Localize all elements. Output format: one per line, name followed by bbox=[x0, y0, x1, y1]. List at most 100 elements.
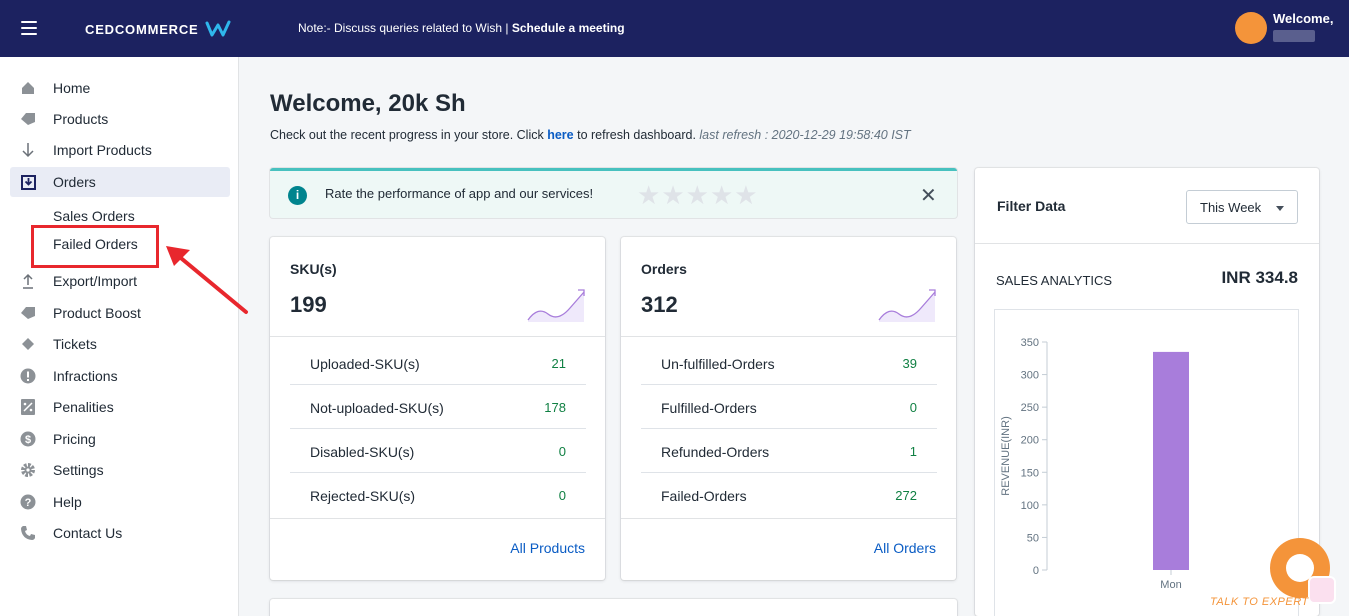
stat-row[interactable]: Rejected-SKU(s) 0 bbox=[290, 473, 586, 517]
stat-row[interactable]: Un-fulfilled-Orders 39 bbox=[641, 341, 937, 385]
bar bbox=[1153, 351, 1189, 570]
close-icon[interactable]: ✕ bbox=[920, 183, 937, 208]
star-icon[interactable]: ★ bbox=[637, 180, 661, 210]
rating-banner: i Rate the performance of app and our se… bbox=[270, 168, 957, 218]
avatar[interactable] bbox=[1235, 12, 1267, 44]
divider bbox=[270, 336, 605, 337]
stat-value: 0 bbox=[909, 400, 917, 415]
user-name-redacted bbox=[1273, 30, 1315, 42]
phone-icon bbox=[20, 525, 36, 541]
sparkline-icon bbox=[527, 289, 585, 322]
info-icon: i bbox=[288, 186, 307, 205]
filter-title: Filter Data bbox=[997, 198, 1066, 214]
sidebar-item-label: Product Boost bbox=[53, 305, 141, 321]
inbox-icon bbox=[20, 174, 36, 190]
sidebar-subitem-sales-orders[interactable]: Sales Orders bbox=[53, 208, 135, 224]
stat-row[interactable]: Not-uploaded-SKU(s) 178 bbox=[290, 385, 586, 429]
arrow-down-icon bbox=[20, 142, 36, 158]
highlight-box bbox=[31, 225, 159, 268]
subline-text-2: to refresh dashboard. bbox=[573, 128, 700, 142]
sidebar-item-home[interactable]: Home bbox=[10, 73, 230, 103]
all-products-link[interactable]: All Products bbox=[510, 540, 585, 556]
sidebar-item-label: Tickets bbox=[53, 336, 97, 352]
x-tick-label: Mon bbox=[1160, 579, 1181, 591]
annotation-arrow-icon bbox=[166, 246, 248, 314]
all-orders-link[interactable]: All Orders bbox=[874, 540, 936, 556]
chat-avatar-icon[interactable] bbox=[1308, 576, 1336, 604]
stat-value: 1 bbox=[909, 444, 917, 459]
top-bar: CEDCOMMERCE Note:- Discuss queries relat… bbox=[0, 0, 1349, 57]
sales-analytics-value: INR 334.8 bbox=[1221, 268, 1298, 287]
upload-icon bbox=[20, 273, 36, 289]
stat-row[interactable]: Fulfilled-Orders 0 bbox=[641, 385, 937, 429]
divider bbox=[621, 518, 956, 519]
home-icon bbox=[20, 80, 36, 96]
y-tick-label: 200 bbox=[1021, 435, 1039, 447]
sidebar-item-orders[interactable]: Orders bbox=[10, 167, 230, 197]
help-icon: ? bbox=[20, 494, 36, 510]
sidebar-item-label: Products bbox=[53, 111, 109, 127]
schedule-meeting-link[interactable]: Schedule a meeting bbox=[512, 21, 625, 35]
svg-text:$: $ bbox=[25, 434, 31, 446]
talk-to-expert-label: TALK TO EXPERT bbox=[1210, 596, 1309, 608]
stat-label: Not-uploaded-SKU(s) bbox=[310, 400, 444, 416]
bottom-card bbox=[270, 599, 957, 616]
dollar-icon: $ bbox=[20, 431, 36, 447]
star-icon[interactable]: ★ bbox=[734, 180, 758, 210]
star-icon[interactable]: ★ bbox=[686, 180, 710, 210]
sku-card: SKU(s) 199 Uploaded-SKU(s) 21 Not-uploade… bbox=[270, 237, 605, 580]
svg-text:?: ? bbox=[25, 497, 32, 509]
y-axis-label: REVENUE(INR) bbox=[1000, 416, 1012, 495]
stat-row[interactable]: Refunded-Orders 1 bbox=[641, 429, 937, 473]
card-title: Orders bbox=[641, 261, 687, 277]
percent-icon bbox=[20, 399, 36, 415]
stat-label: Disabled-SKU(s) bbox=[310, 444, 415, 460]
stat-label: Un-fulfilled-Orders bbox=[661, 356, 775, 372]
sidebar-item-products[interactable]: Products bbox=[10, 104, 230, 134]
sidebar-item-label: Pricing bbox=[53, 431, 96, 447]
divider bbox=[270, 518, 605, 519]
sales-analytics-label: SALES ANALYTICS bbox=[996, 273, 1113, 288]
star-icon[interactable]: ★ bbox=[661, 180, 685, 210]
chart-frame: 0 50 100 150 200 250 300 350 REVENUE(INR) Mon bbox=[994, 309, 1299, 616]
sidebar-item-pricing[interactable]: $ Pricing bbox=[10, 424, 230, 454]
page-title: Welcome, 20k Sh bbox=[270, 90, 466, 117]
wish-logo-icon bbox=[205, 20, 231, 37]
orders-card: Orders 312 Un-fulfilled-Orders 39 Fulfill… bbox=[621, 237, 956, 580]
banner-text: Rate the performance of app and our serv… bbox=[325, 186, 594, 201]
revenue-chart: 0 50 100 150 200 250 300 350 REVENUE(INR) Mon bbox=[1000, 337, 1189, 591]
stat-label: Rejected-SKU(s) bbox=[310, 488, 416, 504]
brand-logo[interactable]: CEDCOMMERCE bbox=[85, 19, 231, 39]
sidebar-item-import-products[interactable]: Import Products bbox=[10, 135, 230, 165]
select-value: This Week bbox=[1200, 200, 1262, 215]
sidebar-item-help[interactable]: ? Help bbox=[10, 487, 230, 517]
sidebar-item-label: Help bbox=[53, 494, 82, 510]
sidebar-item-label: Contact Us bbox=[53, 525, 123, 541]
rating-stars[interactable]: ★★★★★ bbox=[637, 180, 759, 211]
menu-icon[interactable] bbox=[21, 21, 37, 35]
sidebar-item-label: Export/Import bbox=[53, 273, 138, 289]
stat-value: 39 bbox=[902, 356, 917, 371]
sidebar-item-contact-us[interactable]: Contact Us bbox=[10, 518, 230, 548]
stat-label: Uploaded-SKU(s) bbox=[310, 356, 420, 372]
stat-row[interactable]: Uploaded-SKU(s) 21 bbox=[290, 341, 586, 385]
stat-row[interactable]: Failed-Orders 272 bbox=[641, 473, 937, 517]
sidebar-item-settings[interactable]: Settings bbox=[10, 455, 230, 485]
stat-value: 0 bbox=[558, 444, 566, 459]
refresh-link[interactable]: here bbox=[547, 128, 573, 142]
sparkline-icon bbox=[878, 289, 936, 322]
sidebar-item-label: Settings bbox=[53, 462, 104, 478]
period-select[interactable]: This Week bbox=[1186, 190, 1298, 224]
sidebar-item-tickets[interactable]: Tickets bbox=[10, 329, 230, 359]
sidebar-item-penalities[interactable]: Penalities bbox=[10, 392, 230, 422]
y-tick-label: 100 bbox=[1021, 500, 1039, 512]
divider bbox=[975, 243, 1319, 244]
star-icon[interactable]: ★ bbox=[710, 180, 734, 210]
stat-row[interactable]: Disabled-SKU(s) 0 bbox=[290, 429, 586, 473]
sidebar-item-label: Penalities bbox=[53, 399, 114, 415]
sidebar-item-label: Infractions bbox=[53, 368, 118, 384]
card-total: 312 bbox=[641, 292, 678, 317]
stat-label: Failed-Orders bbox=[661, 488, 747, 504]
sidebar-item-infractions[interactable]: Infractions bbox=[10, 361, 230, 391]
sidebar: Home Products Import Products Orders Sal… bbox=[0, 57, 239, 616]
